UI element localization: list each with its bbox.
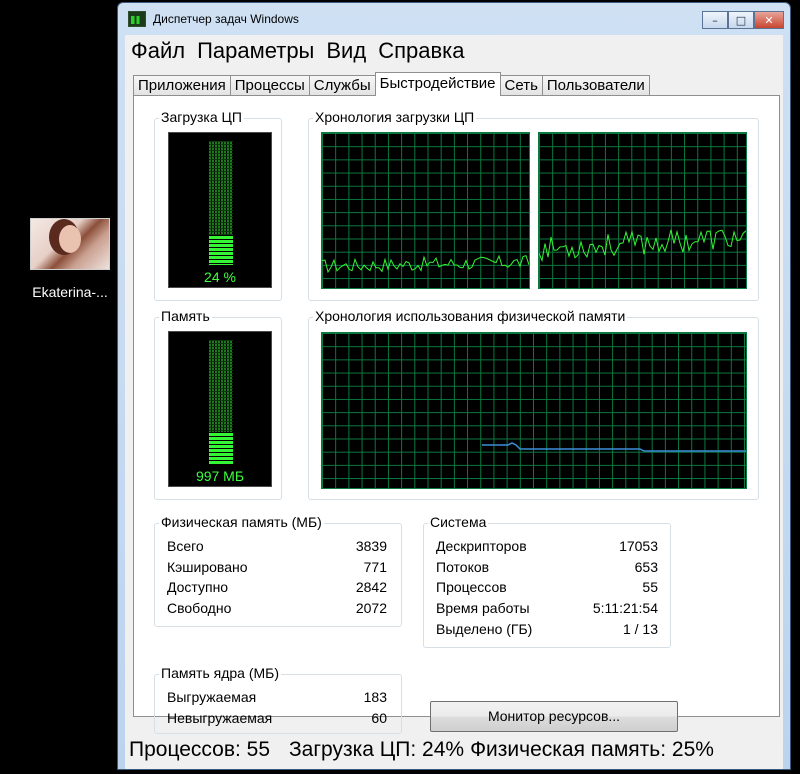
- cpu-history-label: Хронология загрузки ЦП: [313, 109, 477, 125]
- stat-value: 653: [634, 558, 658, 575]
- memory-history-group: Хронология использования физической памя…: [308, 308, 759, 500]
- close-button[interactable]: ✕: [754, 11, 784, 29]
- stat-name: Свободно: [167, 600, 232, 617]
- cpu-meter-fill: [209, 235, 233, 265]
- kernel-memory-label: Память ядра (МБ): [159, 665, 282, 681]
- window-client: Файл Параметры Вид Справка Приложения Пр…: [125, 35, 783, 769]
- cpu-core-2-line: [539, 229, 746, 263]
- memory-label: Память: [159, 308, 212, 324]
- stat-row: Дескрипторов 17053: [436, 536, 658, 557]
- cpu-usage-group: Загрузка ЦП 24 %: [154, 109, 282, 301]
- tab-networking[interactable]: Сеть: [499, 75, 543, 96]
- stat-name: Дескрипторов: [436, 538, 527, 554]
- tab-processes[interactable]: Процессы: [229, 75, 310, 96]
- task-manager-window: Диспетчер задач Windows – □ ✕ Файл Парам…: [117, 2, 791, 770]
- status-processes: Процессов: 55: [129, 738, 271, 761]
- physical-memory-label: Физическая память (МБ): [159, 514, 324, 530]
- memory-meter-fill: [209, 432, 233, 464]
- memory-value: 997 МБ: [195, 468, 245, 484]
- stat-value: 5:11:21:54: [592, 600, 658, 617]
- photo-thumbnail: [30, 218, 110, 270]
- task-manager-icon: [128, 11, 146, 27]
- stat-name: Невыгружаемая: [167, 709, 273, 726]
- stat-row: Всего 3839: [167, 536, 387, 557]
- system-label: Система: [428, 514, 489, 530]
- stat-name: Время работы: [436, 600, 530, 617]
- stat-row: Потоков 653: [436, 557, 658, 578]
- status-cpu: Загрузка ЦП: 24%: [289, 738, 465, 761]
- cpu-history-graph-core-2: [538, 132, 747, 289]
- cpu-history-group: Хронология загрузки ЦП: [308, 109, 759, 301]
- resource-monitor-button[interactable]: Монитор ресурсов...: [430, 701, 678, 732]
- menu-bar: Файл Параметры Вид Справка: [125, 35, 783, 67]
- tab-performance[interactable]: Быстродействие: [374, 72, 501, 96]
- minimize-button[interactable]: –: [702, 11, 728, 29]
- stat-value: 55: [642, 579, 658, 596]
- stat-name: Потоков: [436, 558, 490, 575]
- memory-meter: 997 МБ: [168, 331, 272, 487]
- physical-memory-stats: Всего 3839 Кэшировано 771 Доступно 2842 Сво…: [167, 536, 387, 619]
- stat-value: 771: [363, 558, 387, 575]
- system-group: Система Дескрипторов 17053 Потоков 653 Про…: [423, 514, 671, 648]
- stat-value: 2072: [355, 600, 387, 617]
- stat-name: Всего: [167, 538, 204, 554]
- stat-name: Процессов: [436, 579, 507, 596]
- menu-view[interactable]: Вид: [326, 38, 366, 64]
- cpu-core-1-line: [322, 254, 529, 274]
- cpu-usage-meter: 24 %: [168, 132, 272, 288]
- stat-row: Процессов 55: [436, 577, 658, 598]
- stat-row: Доступно 2842: [167, 577, 387, 598]
- menu-options[interactable]: Параметры: [197, 38, 314, 64]
- memory-group: Память 997 МБ: [154, 308, 282, 500]
- tab-services[interactable]: Службы: [308, 75, 376, 96]
- stat-name: Доступно: [167, 579, 229, 596]
- tab-applications[interactable]: Приложения: [133, 75, 231, 96]
- cpu-usage-label: Загрузка ЦП: [159, 109, 244, 125]
- title-bar[interactable]: Диспетчер задач Windows – □ ✕: [118, 3, 790, 35]
- window-title: Диспетчер задач Windows: [153, 12, 299, 26]
- performance-panel: Загрузка ЦП 24 % Хронология загрузки ЦП: [133, 95, 780, 734]
- stat-row: Кэшировано 771: [167, 557, 387, 578]
- status-memory: Физическая память: 25%: [470, 738, 714, 761]
- stat-name: Выделено (ГБ): [436, 620, 533, 637]
- stat-value: 183: [363, 689, 387, 705]
- desktop-icon-label: Ekaterina-...: [32, 284, 108, 300]
- stat-name: Кэшировано: [167, 558, 248, 575]
- memory-meter-empty: [209, 340, 233, 432]
- menu-file[interactable]: Файл: [131, 38, 185, 64]
- menu-help[interactable]: Справка: [378, 38, 464, 64]
- memory-history-line: [482, 442, 746, 452]
- stat-row: Время работы 5:11:21:54: [436, 598, 658, 619]
- memory-history-label: Хронология использования физической памя…: [313, 308, 628, 324]
- cpu-history-graph-core-1: [321, 132, 530, 289]
- stat-value: 1 / 13: [622, 620, 658, 637]
- stat-row: Выгружаемая 183: [167, 687, 387, 708]
- stat-row: Свободно 2072: [167, 598, 387, 619]
- tab-strip: Приложения Процессы Службы Быстродействи…: [133, 72, 650, 96]
- stat-name: Выгружаемая: [167, 689, 257, 705]
- maximize-button[interactable]: □: [728, 11, 754, 29]
- desktop-icon-photo[interactable]: Ekaterina-...: [20, 218, 120, 300]
- stat-value: 60: [371, 709, 387, 726]
- stat-row: Невыгружаемая 60: [167, 708, 387, 729]
- tab-users[interactable]: Пользователи: [541, 75, 650, 96]
- cpu-usage-value: 24 %: [204, 269, 236, 285]
- physical-memory-group: Физическая память (МБ) Всего 3839 Кэширов…: [154, 514, 402, 627]
- kernel-memory-stats: Выгружаемая 183 Невыгружаемая 60: [167, 687, 387, 728]
- stat-row: Выделено (ГБ) 1 / 13: [436, 619, 658, 640]
- stat-value: 17053: [619, 538, 658, 554]
- status-bar: Процессов: 55 Загрузка ЦП: 24% Физическа…: [125, 730, 783, 770]
- system-stats: Дескрипторов 17053 Потоков 653 Процессов 55…: [436, 536, 658, 639]
- stat-value: 3839: [355, 538, 387, 554]
- stat-value: 2842: [355, 579, 387, 596]
- memory-history-graph: [321, 332, 747, 489]
- cpu-meter-empty: [209, 141, 233, 235]
- kernel-memory-group: Память ядра (МБ) Выгружаемая 183 Невыгруж…: [154, 665, 402, 734]
